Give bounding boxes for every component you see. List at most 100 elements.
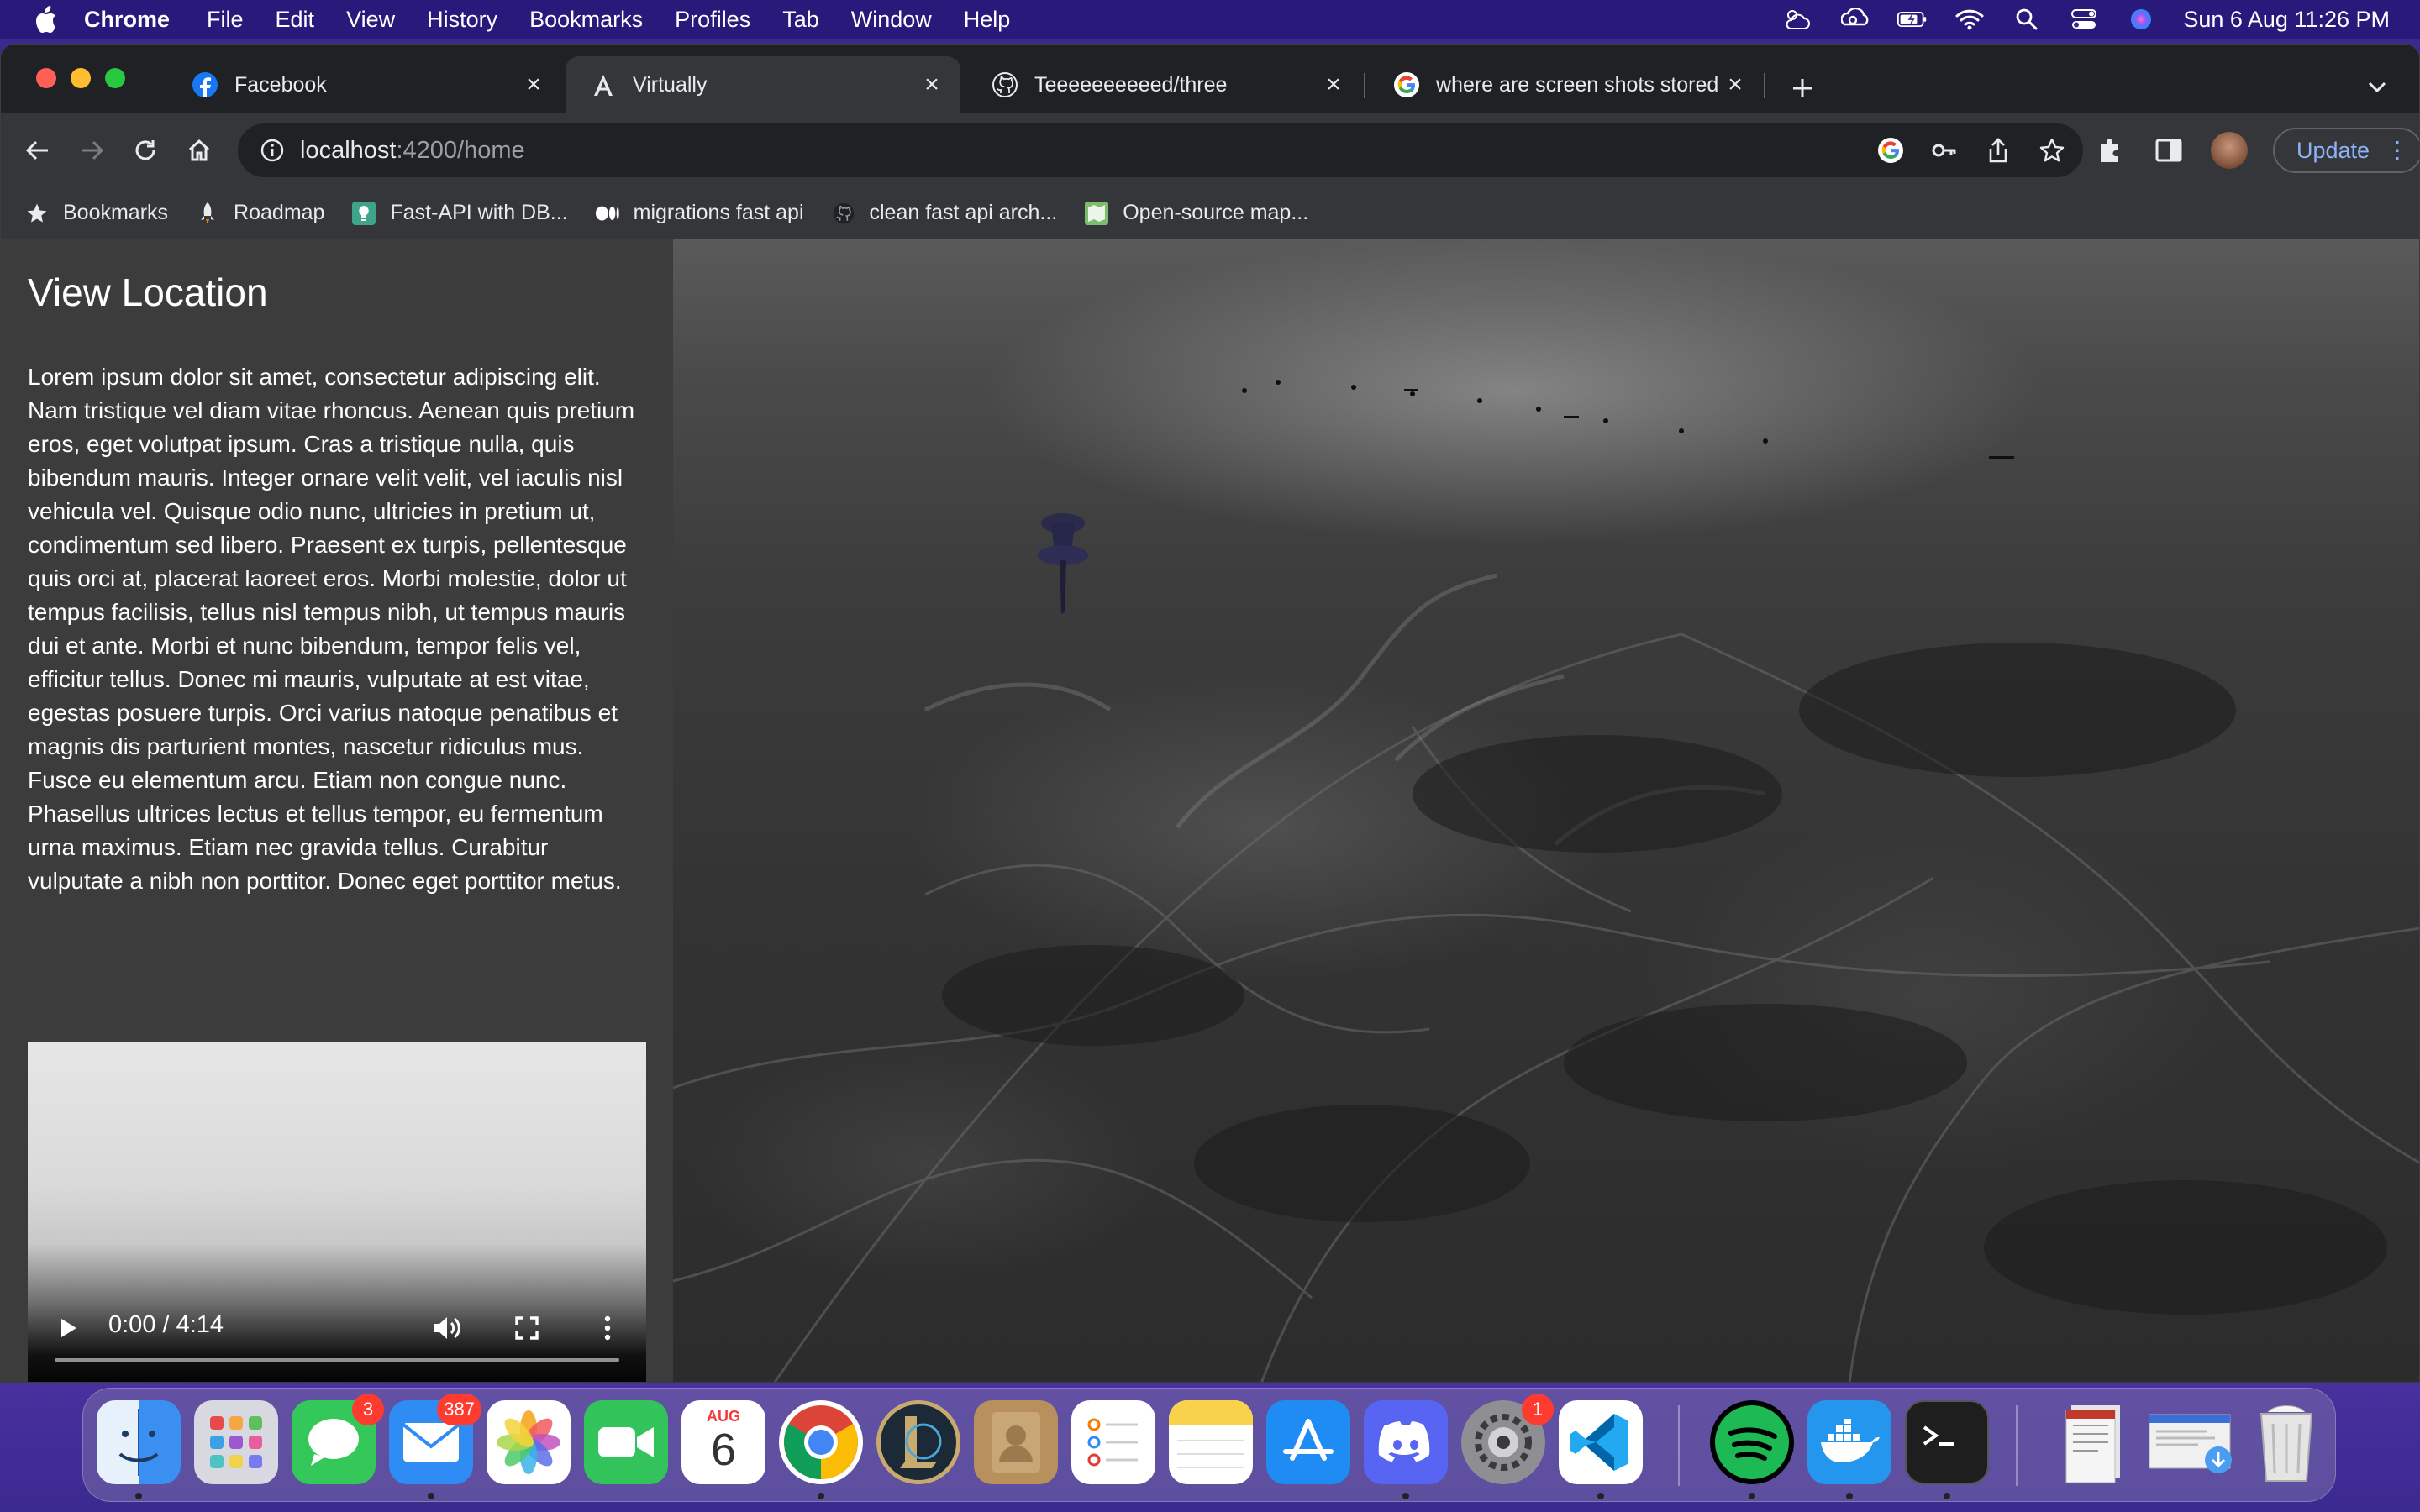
side-panel-icon[interactable]	[2152, 134, 2186, 167]
google-lens-icon[interactable]	[1876, 136, 1905, 165]
documents-icon[interactable]	[2051, 1400, 2135, 1484]
menu-edit[interactable]: Edit	[276, 7, 315, 33]
bookmark-clean-fastapi[interactable]: clean fast api arch...	[831, 201, 1058, 226]
calendar-icon[interactable]: AUG 6	[681, 1400, 765, 1484]
trash-icon[interactable]	[2244, 1400, 2328, 1484]
bookmark-fastapi-db[interactable]: Fast-API with DB...	[351, 201, 568, 226]
creative-cloud-icon[interactable]	[1840, 7, 1870, 32]
profile-avatar[interactable]	[2211, 132, 2248, 169]
apple-menu-icon[interactable]	[34, 5, 59, 34]
menu-profiles[interactable]: Profiles	[675, 7, 750, 33]
running-indicator	[1846, 1493, 1853, 1499]
video-player[interactable]: 0:00 / 4:14	[28, 1042, 646, 1382]
menu-tab[interactable]: Tab	[782, 7, 819, 33]
messages-badge: 3	[352, 1394, 384, 1425]
finder-icon[interactable]	[97, 1400, 181, 1484]
volume-icon[interactable]	[429, 1311, 463, 1345]
close-icon[interactable]: ×	[1718, 68, 1752, 102]
photos-icon[interactable]	[487, 1400, 571, 1484]
reminders-icon[interactable]	[1071, 1400, 1155, 1484]
menu-file[interactable]: File	[207, 7, 244, 33]
dock-separator	[1678, 1405, 1680, 1486]
tab-google-search[interactable]: where are screen shots stored ×	[1369, 56, 1764, 113]
reload-button[interactable]	[122, 127, 169, 174]
close-icon[interactable]: ×	[517, 68, 550, 102]
downloads-icon[interactable]	[2144, 1400, 2241, 1484]
medium-icon	[595, 201, 620, 226]
siri-icon[interactable]	[2126, 7, 2156, 32]
mail-icon[interactable]: 387	[389, 1394, 481, 1484]
bookmark-star-icon[interactable]	[2038, 136, 2066, 165]
menu-bookmarks[interactable]: Bookmarks	[529, 7, 643, 33]
menubar-clock[interactable]: Sun 6 Aug 11:26 PM	[2183, 7, 2390, 33]
mail-badge: 387	[437, 1394, 481, 1425]
weather-icon[interactable]	[1783, 7, 1813, 32]
spotify-icon[interactable]	[1710, 1400, 1794, 1484]
docker-icon[interactable]	[1807, 1400, 1891, 1484]
map-pin-icon[interactable]	[1033, 512, 1095, 621]
fullscreen-icon[interactable]	[510, 1311, 544, 1345]
wifi-icon[interactable]	[1954, 7, 1985, 32]
tab-search-chevron-icon[interactable]	[2360, 70, 2394, 103]
zoom-window-button[interactable]	[105, 68, 125, 88]
vscode-icon[interactable]	[1559, 1400, 1643, 1484]
bookmark-label: Roadmap	[234, 201, 325, 224]
more-menu-icon[interactable]: ⋮	[2386, 138, 2409, 163]
terminal-icon[interactable]	[1905, 1400, 1989, 1484]
video-progress-bar[interactable]	[55, 1358, 619, 1362]
bookmark-roadmap[interactable]: Roadmap	[195, 201, 324, 226]
discord-icon[interactable]	[1364, 1400, 1448, 1484]
appstore-icon[interactable]	[1266, 1400, 1350, 1484]
share-icon[interactable]	[1984, 136, 2012, 165]
site-info-icon[interactable]	[258, 136, 287, 165]
minimize-window-button[interactable]	[71, 68, 91, 88]
control-center-icon[interactable]	[2069, 7, 2099, 32]
league-icon[interactable]	[876, 1400, 960, 1484]
menu-help[interactable]: Help	[964, 7, 1011, 33]
password-key-icon[interactable]	[1930, 136, 1959, 165]
bookmark-migrations[interactable]: migrations fast api	[595, 201, 804, 226]
running-indicator	[1402, 1493, 1409, 1499]
tab-virtually[interactable]: Virtually ×	[566, 56, 960, 113]
messages-icon[interactable]: 3	[292, 1394, 384, 1484]
settings-icon[interactable]: 1	[1461, 1394, 1554, 1484]
close-window-button[interactable]	[36, 68, 56, 88]
spotlight-search-icon[interactable]	[2012, 7, 2042, 32]
window-controls	[36, 68, 125, 88]
url-host: localhost	[300, 136, 397, 164]
video-options-icon[interactable]	[591, 1311, 624, 1345]
bookmark-open-source-map[interactable]: Open-source map...	[1084, 201, 1308, 226]
tab-github[interactable]: Teeeeeeeeeed/three ×	[967, 56, 1362, 113]
menu-history[interactable]: History	[427, 7, 497, 33]
chrome-icon[interactable]	[779, 1400, 863, 1484]
google-icon	[1392, 71, 1421, 99]
browser-toolbar: localhost:4200/home Update ⋮	[1, 113, 2419, 187]
terrain-map-view[interactable]	[673, 239, 2419, 1382]
close-icon[interactable]: ×	[1317, 68, 1350, 102]
map-icon	[1084, 201, 1109, 226]
menu-app-name[interactable]: Chrome	[84, 7, 170, 33]
location-description: Lorem ipsum dolor sit amet, consectetur …	[28, 364, 635, 894]
facetime-icon[interactable]	[584, 1400, 668, 1484]
bookmark-label: clean fast api arch...	[869, 201, 1058, 224]
back-button[interactable]	[14, 127, 61, 174]
menu-window[interactable]: Window	[851, 7, 932, 33]
close-icon[interactable]: ×	[915, 68, 949, 102]
battery-icon[interactable]	[1897, 7, 1928, 32]
home-button[interactable]	[176, 127, 223, 174]
play-icon[interactable]	[53, 1313, 83, 1343]
bookmark-all-bookmarks[interactable]: Bookmarks	[24, 201, 168, 226]
extensions-puzzle-icon[interactable]	[2093, 134, 2127, 167]
github-icon	[831, 201, 856, 226]
update-button[interactable]: Update ⋮	[2273, 128, 2419, 173]
menu-view[interactable]: View	[346, 7, 395, 33]
address-bar[interactable]: localhost:4200/home	[238, 123, 2083, 177]
bulb-icon	[351, 201, 376, 226]
bookmarks-bar: Bookmarks Roadmap Fast-API with DB... mi…	[1, 187, 2419, 239]
notes-icon[interactable]	[1169, 1400, 1253, 1484]
forward-button[interactable]	[68, 127, 115, 174]
launchpad-icon[interactable]	[194, 1400, 278, 1484]
tab-facebook[interactable]: Facebook ×	[167, 56, 562, 113]
new-tab-button[interactable]	[1782, 68, 1823, 108]
contacts-icon[interactable]	[974, 1400, 1058, 1484]
